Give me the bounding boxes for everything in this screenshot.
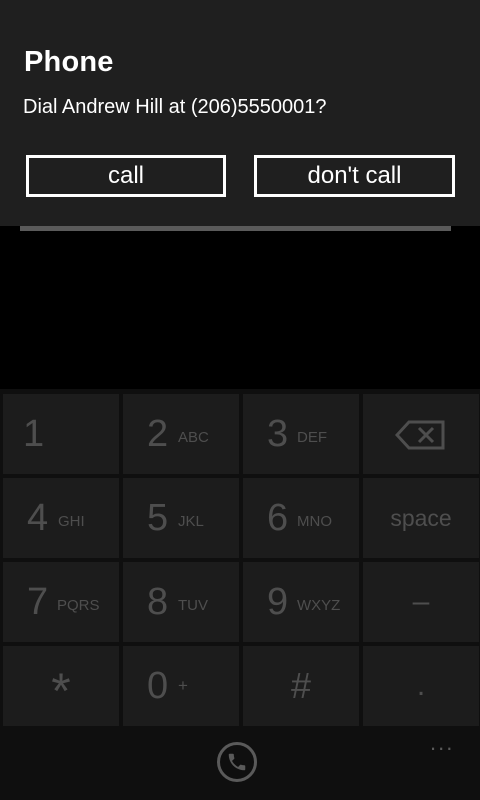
- key-0[interactable]: 0 +: [123, 646, 239, 726]
- dont-call-button[interactable]: don't call: [254, 155, 455, 197]
- key-6[interactable]: 6 MNO: [243, 478, 359, 558]
- key-digit: 7: [27, 581, 49, 623]
- dialog-message: Dial Andrew Hill at (206)5550001?: [23, 96, 327, 118]
- key-digit: 9: [267, 581, 289, 623]
- call-button[interactable]: call: [26, 155, 226, 197]
- key-letters: DEF: [297, 429, 327, 446]
- backspace-key[interactable]: [363, 394, 479, 474]
- key-digit: 0: [147, 665, 169, 707]
- key-symbol: –: [412, 585, 430, 618]
- more-options-button[interactable]: ...: [430, 730, 454, 756]
- key-digit: 3: [267, 413, 289, 455]
- key-letters: ABC: [178, 429, 209, 446]
- key-word: space: [390, 504, 452, 531]
- key-3[interactable]: 3 DEF: [243, 394, 359, 474]
- dial-keypad: 1 2 ABC 3 DEF 4 GHI 5 JKL 6 MNO space 7 …: [0, 389, 480, 726]
- key-digit: 1: [23, 413, 45, 455]
- app-bar: ...: [0, 726, 480, 800]
- key-1[interactable]: 1: [3, 394, 119, 474]
- phone-icon: [228, 753, 246, 771]
- key-digit: 8: [147, 581, 169, 623]
- key-letters: WXYZ: [297, 597, 341, 614]
- key-star[interactable]: *: [3, 646, 119, 726]
- dot-key[interactable]: .: [363, 646, 479, 726]
- key-digit: 4: [27, 497, 49, 539]
- key-letters: GHI: [58, 513, 85, 530]
- key-letters: TUV: [178, 597, 208, 614]
- key-2[interactable]: 2 ABC: [123, 394, 239, 474]
- phone-call-button[interactable]: [217, 742, 257, 782]
- key-digit: 5: [147, 497, 169, 539]
- key-4[interactable]: 4 GHI: [3, 478, 119, 558]
- key-letters: JKL: [178, 513, 204, 530]
- space-key[interactable]: space: [363, 478, 479, 558]
- key-9[interactable]: 9 WXYZ: [243, 562, 359, 642]
- key-letters: PQRS: [57, 597, 100, 614]
- dash-key[interactable]: –: [363, 562, 479, 642]
- key-symbol: #: [290, 665, 312, 706]
- backspace-icon: [395, 420, 445, 450]
- confirm-dial-dialog: Phone Dial Andrew Hill at (206)5550001? …: [0, 0, 480, 226]
- key-letters: +: [178, 676, 188, 695]
- number-display-bar: [20, 226, 451, 231]
- key-8[interactable]: 8 TUV: [123, 562, 239, 642]
- key-symbol: *: [51, 663, 71, 719]
- key-7[interactable]: 7 PQRS: [3, 562, 119, 642]
- key-hash[interactable]: #: [243, 646, 359, 726]
- key-letters: MNO: [297, 513, 332, 530]
- key-digit: 2: [147, 413, 169, 455]
- key-symbol: .: [416, 669, 426, 702]
- dialog-title: Phone: [24, 46, 114, 78]
- key-5[interactable]: 5 JKL: [123, 478, 239, 558]
- key-digit: 6: [267, 497, 289, 539]
